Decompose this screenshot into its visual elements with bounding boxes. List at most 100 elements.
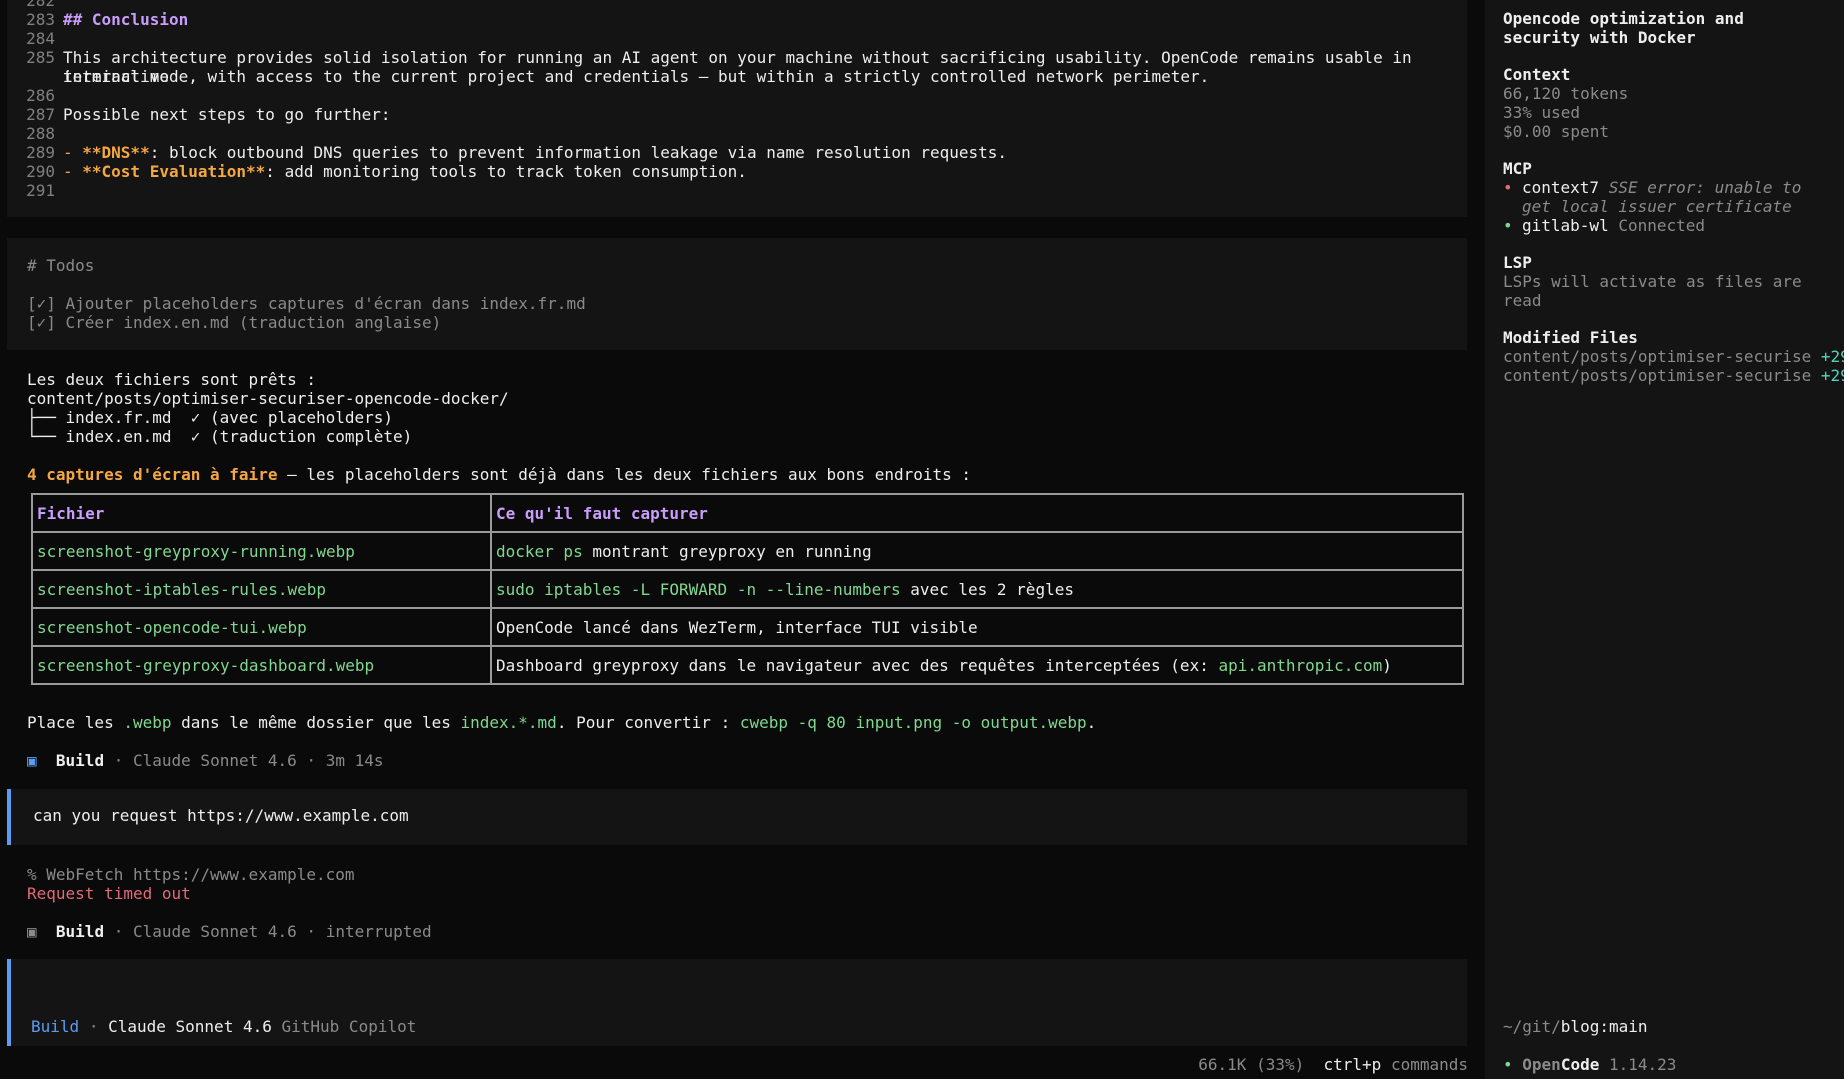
- line-content: Possible next steps to go further:: [63, 105, 391, 124]
- line-content: [63, 124, 1467, 143]
- build-status: interrupted: [325, 922, 432, 941]
- webfetch-error: Request timed out: [27, 884, 191, 903]
- table-row: screenshot-greyproxy-dashboard.webp Dashb…: [31, 645, 1464, 685]
- response-path: content/posts/optimiser-securiser-openco…: [27, 389, 509, 408]
- captures-strong: 4 captures d'écran à faire: [27, 465, 278, 484]
- todo-item: [✓] Créer index.en.md (traduction anglai…: [27, 313, 442, 332]
- model-selector[interactable]: Claude Sonnet 4.6: [108, 1017, 272, 1036]
- file-cell: screenshot-iptables-rules.webp: [31, 569, 492, 609]
- provider-label: GitHub Copilot: [281, 1017, 417, 1036]
- context-heading: Context: [1503, 65, 1571, 84]
- context-spent: $0.00 spent: [1503, 122, 1609, 141]
- modified-file[interactable]: content/posts/optimiser-securise +290: [1503, 347, 1844, 366]
- context-used: 33% used: [1503, 103, 1581, 122]
- line-content: [63, 86, 1467, 105]
- mcp-item: • context7 SSE error: unable to get loca…: [1503, 178, 1826, 216]
- file-preview: 282 283 ## Conclusion 284 285 This architectu…: [7, 0, 1467, 217]
- file-delta: +290: [1820, 347, 1844, 366]
- list-dash: -: [63, 143, 83, 162]
- list-dash: -: [63, 162, 83, 181]
- file-path: content/posts/optimiser-securise: [1503, 347, 1812, 366]
- line-content: [63, 181, 1467, 200]
- file-cell: screenshot-greyproxy-running.webp: [31, 531, 492, 571]
- line-number: [7, 67, 63, 86]
- separator: ·: [306, 922, 317, 941]
- modified-files-section: Modified Files content/posts/optimiser-s…: [1503, 328, 1844, 385]
- context-section: Context 66,120 tokens 33% used $0.00 spe…: [1503, 65, 1826, 141]
- mcp-name: gitlab-wl: [1522, 216, 1609, 235]
- status-dot-icon: •: [1503, 216, 1513, 235]
- todos-panel: # Todos [✓] Ajouter placeholders capture…: [7, 238, 1467, 350]
- capture-cell: sudo iptables -L FORWARD -n --line-numbe…: [490, 569, 1464, 609]
- code-span: cwebp -q 80 input.png -o output.webp: [739, 713, 1087, 732]
- user-message-text: can you request https://www.example.com: [33, 806, 409, 825]
- code-span: sudo iptables -L FORWARD -n --line-numbe…: [496, 579, 901, 599]
- status-bar: 66.1K (33%) ctrl+p commands: [1198, 1055, 1468, 1074]
- code-line: 288: [7, 124, 1467, 143]
- app-version: • OpenCode 1.14.23: [1503, 1055, 1676, 1074]
- code-span: index.*.md: [460, 713, 557, 732]
- modified-files-heading: Modified Files: [1503, 328, 1638, 347]
- capture-cell: OpenCode lancé dans WezTerm, interface T…: [490, 607, 1464, 647]
- build-model: Claude Sonnet 4.6: [133, 751, 297, 770]
- todo-item: [✓] Ajouter placeholders captures d'écra…: [27, 294, 586, 313]
- file-cell: screenshot-opencode-tui.webp: [31, 607, 492, 647]
- app-name-a: Open: [1522, 1055, 1561, 1074]
- line-number: 291: [26, 181, 55, 200]
- status-dot-icon: •: [1503, 178, 1513, 197]
- session-title: Opencode optimization and security with …: [1503, 9, 1744, 47]
- separator: ·: [88, 1017, 99, 1036]
- file-path: content/posts/optimiser-securise: [1503, 366, 1812, 385]
- build-footer: ▣ Build · Claude Sonnet 4.6 · 3m 14s: [27, 751, 383, 770]
- code-line: terminal mode, with access to the curren…: [7, 67, 1467, 86]
- line-content: - **Cost Evaluation**: add monitoring to…: [63, 162, 1467, 181]
- captures-line: 4 captures d'écran à faire — les placeho…: [27, 465, 971, 484]
- webfetch-call: % WebFetch https://www.example.com: [27, 865, 355, 884]
- bold-text: **Cost Evaluation**: [82, 162, 266, 181]
- table-row: screenshot-greyproxy-running.webp docker …: [31, 531, 1464, 571]
- token-usage: 66.1K (33%): [1198, 1055, 1305, 1074]
- shortcut-label: commands: [1390, 1055, 1468, 1074]
- capture-cell: Dashboard greyproxy dans le navigateur a…: [490, 645, 1464, 685]
- text: ): [1382, 655, 1392, 675]
- build-icon: ▣: [27, 922, 37, 941]
- modified-file[interactable]: content/posts/optimiser-securise +293: [1503, 366, 1844, 385]
- line-number: 285: [26, 48, 55, 67]
- prompt-mode-line: Build · Claude Sonnet 4.6 GitHub Copilot: [31, 1017, 416, 1036]
- tree-line: ├── index.fr.md ✓ (avec placeholders): [27, 408, 394, 427]
- mode-selector[interactable]: Build: [31, 1017, 79, 1036]
- captures-rest: — les placeholders sont déjà dans les de…: [277, 465, 972, 484]
- line-content: - **DNS**: block outbound DNS queries to…: [63, 143, 1467, 162]
- line-number: 283: [26, 10, 55, 29]
- separator: ·: [113, 751, 124, 770]
- line-number: 287: [26, 105, 55, 124]
- text: dans le même dossier que les: [171, 713, 461, 732]
- separator: ·: [306, 751, 317, 770]
- lsp-section: LSP LSPs will activate as files are read: [1503, 253, 1826, 310]
- version: 1.14.23: [1608, 1055, 1677, 1074]
- line-number: 282: [26, 0, 55, 10]
- prompt-input[interactable]: Build · Claude Sonnet 4.6 GitHub Copilot: [7, 959, 1467, 1046]
- build-duration: 3m 14s: [325, 751, 384, 770]
- shortcut-key[interactable]: ctrl+p: [1324, 1055, 1382, 1074]
- text: avec les 2 règles: [900, 579, 1074, 599]
- mcp-heading: MCP: [1503, 159, 1532, 178]
- bold-text: **DNS**: [82, 143, 150, 162]
- lsp-heading: LSP: [1503, 253, 1532, 272]
- code-line: 285 This architecture provides solid isol…: [7, 48, 1467, 86]
- mcp-status: Connected: [1618, 216, 1706, 235]
- code-line: 291: [7, 181, 1467, 200]
- user-message: can you request https://www.example.com: [7, 789, 1467, 845]
- code-line: 283 ## Conclusion: [7, 10, 1467, 29]
- response-intro: Les deux fichiers sont prêts :: [27, 370, 316, 389]
- code-line: 287 Possible next steps to go further:: [7, 105, 1467, 124]
- build-mode: Build: [55, 922, 105, 941]
- text: Dashboard greyproxy dans le navigateur a…: [496, 655, 1219, 675]
- text: Place les: [27, 713, 124, 732]
- build-footer: ▣ Build · Claude Sonnet 4.6 · interrupte…: [27, 922, 432, 941]
- mcp-item: • gitlab-wl Connected: [1503, 216, 1826, 235]
- line-content: terminal mode, with access to the curren…: [63, 67, 1210, 86]
- tree-line: └── index.en.md ✓ (traduction complète): [27, 427, 413, 446]
- table-row: screenshot-opencode-tui.webp OpenCode lan…: [31, 607, 1464, 647]
- line-number: 288: [26, 124, 55, 143]
